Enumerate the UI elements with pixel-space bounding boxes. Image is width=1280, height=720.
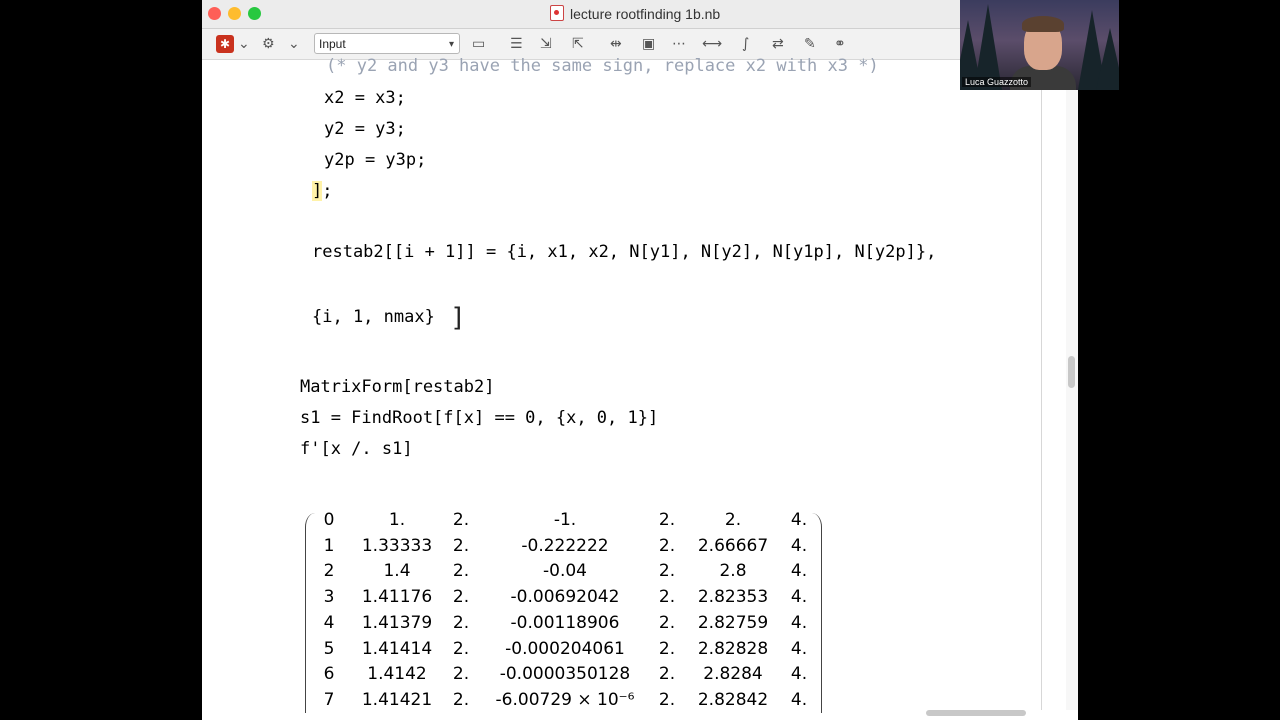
- notebook-window: lecture rootfinding 1b.nb ✱ ⌄ ⚙ ⌄ Input …: [202, 0, 1078, 720]
- code-line-x2[interactable]: x2 = x3;: [324, 88, 406, 108]
- code-line-matrixform[interactable]: MatrixForm[restab2]: [300, 377, 494, 397]
- input-cell-icon[interactable]: ▭: [472, 35, 485, 53]
- wolfram-logo-icon[interactable]: ✱: [216, 35, 234, 53]
- matrix-row: 3 1.41176 2. -0.00692042 2. 2.82353 4.: [305, 587, 821, 613]
- code-line-restab2[interactable]: restab2[[i + 1]] = {i, x1, x2, N[y1], N[…: [312, 242, 936, 262]
- matrix-row: 2 1.4 2. -0.04 2. 2.8 4.: [305, 561, 821, 587]
- matrix-cell: 4.: [790, 638, 808, 659]
- code-line-y2p[interactable]: y2p = y3p;: [324, 150, 426, 170]
- tree-silhouette: [1096, 28, 1119, 90]
- chevron-down-icon: ▾: [448, 39, 454, 50]
- matrix-output[interactable]: 0 1. 2. -1. 2. 2. 4. 1 1.33333 2. -0.222222 2. 2.666…: [305, 510, 822, 713]
- replace-icon[interactable]: ⇄: [772, 35, 784, 53]
- cell-style-select[interactable]: Input ▾: [314, 33, 460, 54]
- link-icon[interactable]: ⚭: [834, 35, 846, 53]
- matrix-row: 6 1.4142 2. -0.0000350128 2. 2.8284 4.: [305, 664, 821, 690]
- notebook-content[interactable]: (* y2 and y3 have the same sign, replace…: [202, 56, 1078, 713]
- matrix-row: 1 1.33333 2. -0.222222 2. 2.66667 4.: [305, 536, 821, 562]
- matrix-row: 7 1.41421 2. -6.00729 × 10⁻⁶ 2. 2.82842 4.: [305, 690, 821, 716]
- cell-style-value: Input: [319, 37, 346, 51]
- code-comment-line[interactable]: (* y2 and y3 have the same sign, replace…: [326, 56, 879, 76]
- pen-icon[interactable]: ✎: [804, 35, 816, 53]
- gear-icon[interactable]: ⚙: [262, 35, 275, 53]
- close-bracket-marker: ]: [452, 303, 463, 333]
- participant-hair: [1022, 16, 1064, 32]
- video-thumbnail[interactable]: Luca Guazzotto: [960, 0, 1119, 90]
- zoom-window-button[interactable]: [248, 7, 261, 20]
- code-line-close-bracket[interactable]: ];: [312, 181, 333, 201]
- out-cell-icon[interactable]: ⇱: [572, 35, 584, 53]
- semicolon: ;: [322, 181, 333, 201]
- matrix-cell: 4.: [790, 689, 808, 710]
- chevron-down-icon[interactable]: ⌄: [238, 35, 250, 53]
- matched-bracket: ]: [312, 181, 323, 201]
- grouping-icon[interactable]: ⟷: [702, 35, 722, 53]
- matrix-cell: 4.: [790, 535, 808, 556]
- matrix-cell: 4.: [790, 510, 808, 530]
- close-window-button[interactable]: [208, 7, 221, 20]
- matrix-row: 4 1.41379 2. -0.00118906 2. 2.82759 4.: [305, 613, 821, 639]
- code-line-iterator[interactable]: {i, 1, nmax}: [312, 307, 435, 327]
- code-line-findroot[interactable]: s1 = FindRoot[f[x] == 0, {x, 0, 1}]: [300, 408, 658, 428]
- title-bar[interactable]: lecture rootfinding 1b.nb: [202, 0, 1078, 29]
- matrix-cell: 4.: [790, 561, 808, 582]
- participant-name: Luca Guazzotto: [962, 77, 1032, 87]
- code-line-y2[interactable]: y2 = y3;: [324, 119, 406, 139]
- matrix-cell: 4.: [790, 664, 808, 685]
- window-title: lecture rootfinding 1b.nb: [550, 5, 720, 22]
- matrix-row: 5 1.41414 2. -0.000204061 2. 2.82828 4.: [305, 639, 821, 665]
- horizontal-scroll-thumb[interactable]: [926, 710, 1026, 716]
- matrix-cell: 4.: [790, 612, 808, 633]
- notebook-file-icon: [550, 5, 564, 21]
- frame-icon[interactable]: ▣: [642, 35, 655, 53]
- window-title-text: lecture rootfinding 1b.nb: [570, 6, 721, 22]
- matrix-cell: 4.: [790, 587, 808, 608]
- spacing-icon[interactable]: ⇹: [610, 35, 622, 53]
- matrix-row: 0 1. 2. -1. 2. 2. 4.: [305, 510, 821, 536]
- typesetting-icon[interactable]: ∫: [742, 35, 749, 53]
- cell-bracket-column[interactable]: [1041, 60, 1054, 710]
- vertical-scroll-thumb[interactable]: [1068, 356, 1075, 388]
- chevron-down-icon[interactable]: ⌄: [288, 35, 300, 53]
- in-cell-icon[interactable]: ⇲: [540, 35, 552, 53]
- minimize-window-button[interactable]: [228, 7, 241, 20]
- ellipsis-icon[interactable]: ⋯: [672, 35, 686, 53]
- code-line-derivative[interactable]: f'[x /. s1]: [300, 439, 413, 459]
- cell-group-icon[interactable]: ☰: [510, 35, 523, 53]
